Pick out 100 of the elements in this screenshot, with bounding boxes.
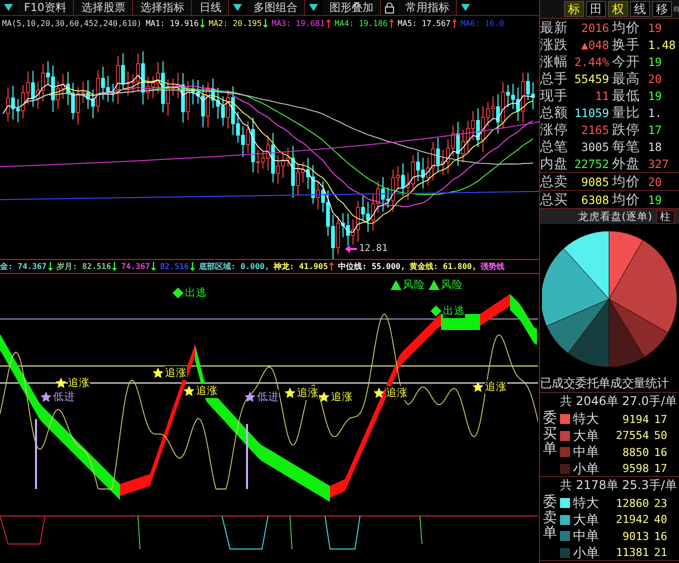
signal-label: 追涨 xyxy=(331,390,353,404)
toolbar-button[interactable]: 多图组合 xyxy=(246,0,306,15)
quote-value: 1. xyxy=(647,106,663,120)
order-summary: 共 2046单 27.0手/单 xyxy=(560,393,678,410)
quote-value: 1.48 xyxy=(647,38,677,52)
chart-toggle-button[interactable]: 柱 xyxy=(656,210,675,224)
quote-label: 量比 xyxy=(612,104,641,121)
indicator-reading: 神龙: 41.905 xyxy=(273,261,328,272)
dropdown-arrow-icon[interactable] xyxy=(3,2,14,13)
quote-value: 327 xyxy=(647,157,670,171)
panel-tab[interactable]: 线 xyxy=(630,1,650,17)
indicator-reading: 74.367 xyxy=(121,262,150,271)
panel-tab[interactable]: 标 xyxy=(564,1,584,17)
ma-reading: MA5: 17.567 xyxy=(398,19,451,28)
quote-value: 2165 xyxy=(580,123,610,137)
order-size-label: 小单 xyxy=(573,544,600,562)
side-label: 委卖单 xyxy=(542,495,557,542)
quote-label: 总卖 xyxy=(540,173,569,190)
quote-label: 换手 xyxy=(612,36,641,53)
signal-label: 低进 xyxy=(257,390,279,404)
quote-label: 均价 xyxy=(612,191,641,208)
signal-label: 出逃 xyxy=(443,304,465,318)
dropdown-arrow-icon[interactable] xyxy=(232,2,244,13)
signal-label: 追涨 xyxy=(386,386,408,400)
order-size-label: 小单 xyxy=(573,460,600,478)
toolbar-button[interactable]: 日线 xyxy=(192,0,230,15)
order-volume: 8850 xyxy=(622,446,649,458)
order-volume: 11381 xyxy=(614,546,649,559)
quote-label: 跌停 xyxy=(612,121,641,138)
lock-icon[interactable] xyxy=(384,2,396,14)
quote-label: 总笔 xyxy=(540,138,569,155)
ma-reading: MA2: 20.195 xyxy=(208,19,262,28)
quote-label: 内盘 xyxy=(540,155,569,172)
quote-label: 今开 xyxy=(612,53,641,70)
ma-reading: MA4: 19.186 xyxy=(334,19,388,28)
quote-label: 涨幅 xyxy=(540,53,569,70)
order-volume: 12860 xyxy=(614,496,649,510)
quote-label: 现手 xyxy=(540,87,569,104)
order-share: 16 xyxy=(653,530,668,542)
quote-label: 最低 xyxy=(612,87,641,104)
indicator-reading: 中位线: 55.000, xyxy=(338,261,406,272)
order-share: 40 xyxy=(653,513,668,526)
quote-label: 最高 xyxy=(612,70,641,87)
signal-label: 追涨 xyxy=(165,366,187,380)
order-share: 17 xyxy=(653,412,668,426)
quote-value: 11 xyxy=(594,89,610,103)
panel-tab[interactable]: 田 xyxy=(586,1,606,17)
toolbar-button[interactable]: F10资料 xyxy=(17,0,74,15)
pointer-arrow-icon xyxy=(345,244,357,252)
order-share: 16 xyxy=(653,446,668,458)
order-size-label: 中单 xyxy=(573,528,600,545)
signal-label: 出逃 xyxy=(185,286,207,300)
indicator-reading: 金: 74.367 xyxy=(0,261,47,272)
quote-value: 22752 xyxy=(573,157,610,171)
quote-value: 2.44% xyxy=(573,55,610,69)
order-volume: 27554 xyxy=(614,429,649,442)
quote-value: ▲048 xyxy=(580,38,610,52)
ma-reading: MA3: 19.681 xyxy=(272,19,325,28)
quote-label: 涨停 xyxy=(540,121,569,138)
indicator-reading: 82.516 xyxy=(160,262,189,271)
order-summary: 共 2178单 25.3手/单 xyxy=(560,477,678,494)
indicator-reading: 岁月: 82.516 xyxy=(56,261,112,272)
quote-value: 3005 xyxy=(580,140,610,154)
quote-value: 9085 xyxy=(580,175,610,189)
order-size-label: 特大 xyxy=(573,411,600,428)
side-label: 委买单 xyxy=(542,411,557,458)
dropdown-arrow-icon[interactable] xyxy=(460,2,472,13)
order-share: 21 xyxy=(653,546,668,559)
indicator-reading: 底部区域: 0.000, xyxy=(198,261,270,272)
quote-value: 19 xyxy=(647,89,663,103)
quote-label: 外盘 xyxy=(612,155,641,172)
quote-label: 最新 xyxy=(540,19,569,36)
dropdown-arrow-icon[interactable] xyxy=(308,2,320,13)
quote-label: 每笔 xyxy=(612,138,641,155)
order-size-label: 特大 xyxy=(573,495,600,512)
panel-tab[interactable]: 移 xyxy=(652,1,672,17)
ma-reading: MA6: 16.0 xyxy=(460,19,504,28)
quote-value: 19 xyxy=(647,193,663,207)
toolbar-button[interactable]: 选择指标 xyxy=(133,0,192,15)
quote-label: 总手 xyxy=(540,70,569,87)
quote-label: 均价 xyxy=(612,19,641,36)
quote-value: 20 xyxy=(647,175,663,189)
quote-label: 总额 xyxy=(540,104,569,121)
panel-tab[interactable]: 权 xyxy=(608,1,628,17)
quote-value: 19 xyxy=(647,21,663,35)
signal-label: 风险 xyxy=(441,278,463,292)
order-share: 17 xyxy=(653,462,668,475)
order-share: 50 xyxy=(653,429,668,442)
quote-value: 17 xyxy=(647,123,663,137)
order-size-label: 中单 xyxy=(573,444,600,461)
signal-label: 低进 xyxy=(53,390,75,404)
signal-label: 追涨 xyxy=(68,376,90,390)
order-volume: 9194 xyxy=(622,412,649,426)
toolbar-button[interactable]: 图形叠加 xyxy=(322,0,382,15)
quote-value: 2016 xyxy=(580,21,610,35)
toolbar-button[interactable]: 常用指标 xyxy=(398,0,458,15)
toolbar-button[interactable]: 选择股票 xyxy=(74,0,134,15)
quote-label: 均价 xyxy=(612,173,641,190)
indicator-reading: 强势线 xyxy=(480,261,505,272)
quote-value: 11059 xyxy=(573,106,610,120)
